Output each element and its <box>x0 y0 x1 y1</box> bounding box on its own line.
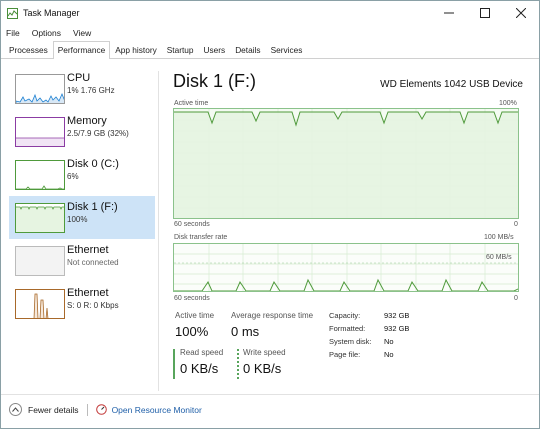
ethernet1-thumbnail-graph <box>15 246 65 276</box>
write-speed-indicator <box>237 349 239 379</box>
chevron-up-icon <box>9 403 22 416</box>
maximize-button[interactable] <box>467 1 503 25</box>
tab-services[interactable]: Services <box>266 41 308 58</box>
tab-details[interactable]: Details <box>230 41 265 58</box>
page-file-key: Page file: <box>329 350 361 359</box>
ethernet2-thumbnail-graph <box>15 289 65 319</box>
window-title: Task Manager <box>23 8 80 18</box>
disk0-thumbnail-graph <box>15 160 65 190</box>
footer-separator <box>86 403 88 416</box>
minimize-icon <box>444 12 454 14</box>
performance-sidebar: CPU 1% 1.76 GHz Memory 2.5/7.9 GB (32%) … <box>9 67 155 389</box>
read-speed-value: 0 KB/s <box>180 361 219 376</box>
active-time-graph-max: 100% <box>499 100 517 107</box>
system-disk-value: No <box>384 337 394 346</box>
capacity-key: Capacity: <box>329 311 361 320</box>
tab-strip: Processes Performance App history Startu… <box>1 41 539 59</box>
active-time-graph <box>173 108 519 219</box>
write-speed-value: 0 KB/s <box>243 361 282 376</box>
active-time-value: 100% <box>175 324 209 339</box>
sidebar-item-label: Disk 0 (C:) <box>67 158 119 170</box>
sidebar-item-ethernet-1[interactable]: Ethernet Not connected <box>9 239 155 282</box>
avg-response-label: Average response time <box>231 311 314 320</box>
system-disk-key: System disk: <box>329 337 372 346</box>
sidebar-item-sub: 6% <box>67 172 79 181</box>
sidebar-item-label: CPU <box>67 72 91 84</box>
avg-response-value: 0 ms <box>231 324 260 339</box>
maximize-icon <box>480 8 490 18</box>
transfer-rate-graph <box>173 243 519 292</box>
sidebar-item-sub: 100% <box>67 215 88 224</box>
read-speed-indicator <box>173 349 175 379</box>
sidebar-item-sub: Not connected <box>67 258 119 267</box>
close-button[interactable] <box>503 1 539 25</box>
task-manager-icon <box>7 7 18 19</box>
fewer-details-label: Fewer details <box>28 404 79 415</box>
sidebar-item-cpu[interactable]: CPU 1% 1.76 GHz <box>9 67 155 110</box>
transfer-rate-graph-svg <box>174 244 518 291</box>
formatted-key: Formatted: <box>329 324 366 333</box>
active-time-graph-right-axis: 0 <box>514 221 518 228</box>
sidebar-item-memory[interactable]: Memory 2.5/7.9 GB (32%) <box>9 110 155 153</box>
menu-options[interactable]: Options <box>32 28 61 38</box>
sidebar-item-sub: S: 0 R: 0 Kbps <box>67 301 119 310</box>
resource-monitor-icon <box>95 404 107 415</box>
device-name: WD Elements 1042 USB Device <box>380 79 523 90</box>
formatted-value: 932 GB <box>384 324 410 333</box>
transfer-rate-graph-right-axis: 0 <box>514 295 518 302</box>
read-speed-label: Read speed <box>180 348 224 357</box>
sidebar-item-label: Ethernet <box>67 287 109 299</box>
transfer-rate-graph-60mb-label: 60 MB/s <box>486 254 512 261</box>
open-resource-monitor-label: Open Resource Monitor <box>111 404 202 415</box>
write-speed-label: Write speed <box>243 348 286 357</box>
close-icon <box>516 8 526 18</box>
active-time-label: Active time <box>175 311 215 320</box>
memory-thumbnail-graph <box>15 117 65 147</box>
disk-stats: Active time 100% Average response time 0… <box>173 311 523 381</box>
transfer-rate-graph-label: Disk transfer rate <box>174 234 228 241</box>
sidebar-item-sub: 2.5/7.9 GB (32%) <box>67 129 129 138</box>
sidebar-item-disk1[interactable]: Disk 1 (F:) 100% <box>9 196 155 239</box>
capacity-value: 932 GB <box>384 311 410 320</box>
active-time-graph-label: Active time <box>174 100 209 107</box>
active-time-graph-left-axis: 60 seconds <box>174 221 210 228</box>
tab-startup[interactable]: Startup <box>162 41 199 58</box>
sidebar-item-sub: 1% 1.76 GHz <box>67 86 115 95</box>
tab-users[interactable]: Users <box>199 41 231 58</box>
minimize-button[interactable] <box>431 1 467 25</box>
footer-bar: Fewer details Open Resource Monitor <box>1 394 539 424</box>
transfer-rate-graph-max: 100 MB/s <box>484 234 514 241</box>
menu-view[interactable]: View <box>73 28 91 38</box>
active-time-graph-svg <box>174 109 518 218</box>
tab-processes[interactable]: Processes <box>4 41 53 58</box>
sidebar-item-label: Disk 1 (F:) <box>67 201 118 213</box>
disk1-thumbnail-graph <box>15 203 65 233</box>
page-file-value: No <box>384 350 394 359</box>
sidebar-divider <box>158 71 159 391</box>
page-title: Disk 1 (F:) <box>173 71 256 91</box>
sidebar-item-disk0[interactable]: Disk 0 (C:) 6% <box>9 153 155 196</box>
tab-performance[interactable]: Performance <box>52 41 111 59</box>
task-manager-window: Task Manager File Options View Processes… <box>0 0 540 429</box>
sidebar-item-ethernet-2[interactable]: Ethernet S: 0 R: 0 Kbps <box>9 282 155 325</box>
menu-file[interactable]: File <box>6 28 20 38</box>
sidebar-item-label: Ethernet <box>67 244 109 256</box>
title-bar: Task Manager <box>1 1 539 25</box>
open-resource-monitor-link[interactable]: Open Resource Monitor <box>95 404 202 415</box>
transfer-rate-graph-left-axis: 60 seconds <box>174 295 210 302</box>
fewer-details-button[interactable]: Fewer details <box>9 403 79 416</box>
tab-app-history[interactable]: App history <box>110 41 162 58</box>
cpu-thumbnail-graph <box>15 74 65 104</box>
sidebar-item-label: Memory <box>67 115 107 127</box>
menu-bar: File Options View <box>1 25 103 41</box>
